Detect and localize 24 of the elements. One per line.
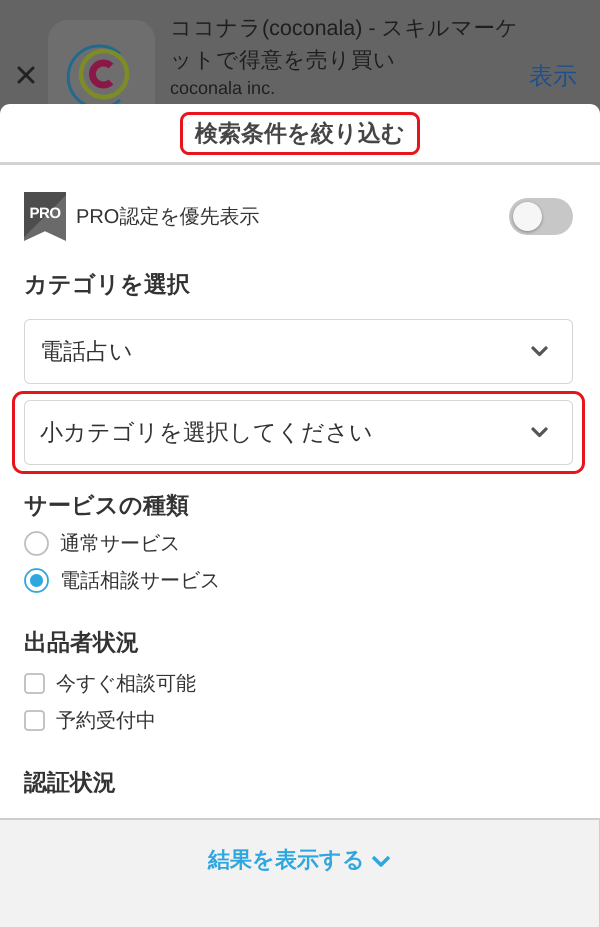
checkbox-label: 予約受付中 [56, 708, 156, 734]
close-icon[interactable] [17, 66, 35, 84]
checkbox[interactable] [24, 710, 45, 731]
section-heading: 出品者状況 [24, 628, 140, 657]
checkbox-label: 今すぐ相談可能 [56, 672, 196, 696]
section-heading: 認証状況 [24, 768, 117, 797]
radio-label: 電話相談サービス [60, 568, 220, 594]
chevron-down-icon [371, 855, 391, 868]
toggle-switch[interactable] [509, 198, 573, 235]
radio-label: 通常サービス [60, 532, 180, 556]
checkbox[interactable] [24, 673, 45, 694]
dropdown-select[interactable]: 小カテゴリを選択してください [24, 400, 573, 465]
radio-button[interactable] [24, 568, 49, 593]
sheet-title: 検索条件を絞り込む [195, 119, 405, 148]
dropdown-select[interactable]: 電話占い [24, 319, 573, 384]
pro-label: PRO認定を優先表示 [76, 204, 260, 230]
app-title: ココナラ(coconala) - スキルマーケットで得意を売り買い [170, 15, 520, 74]
pro-badge: PRO [24, 192, 66, 241]
chevron-down-icon [531, 427, 548, 438]
chevron-down-icon [531, 346, 548, 357]
radio-button[interactable] [24, 531, 49, 556]
publisher-name: coconala inc. [170, 77, 276, 100]
section-heading: カテゴリを選択 [24, 270, 191, 299]
section-heading: サービスの種類 [24, 491, 190, 520]
